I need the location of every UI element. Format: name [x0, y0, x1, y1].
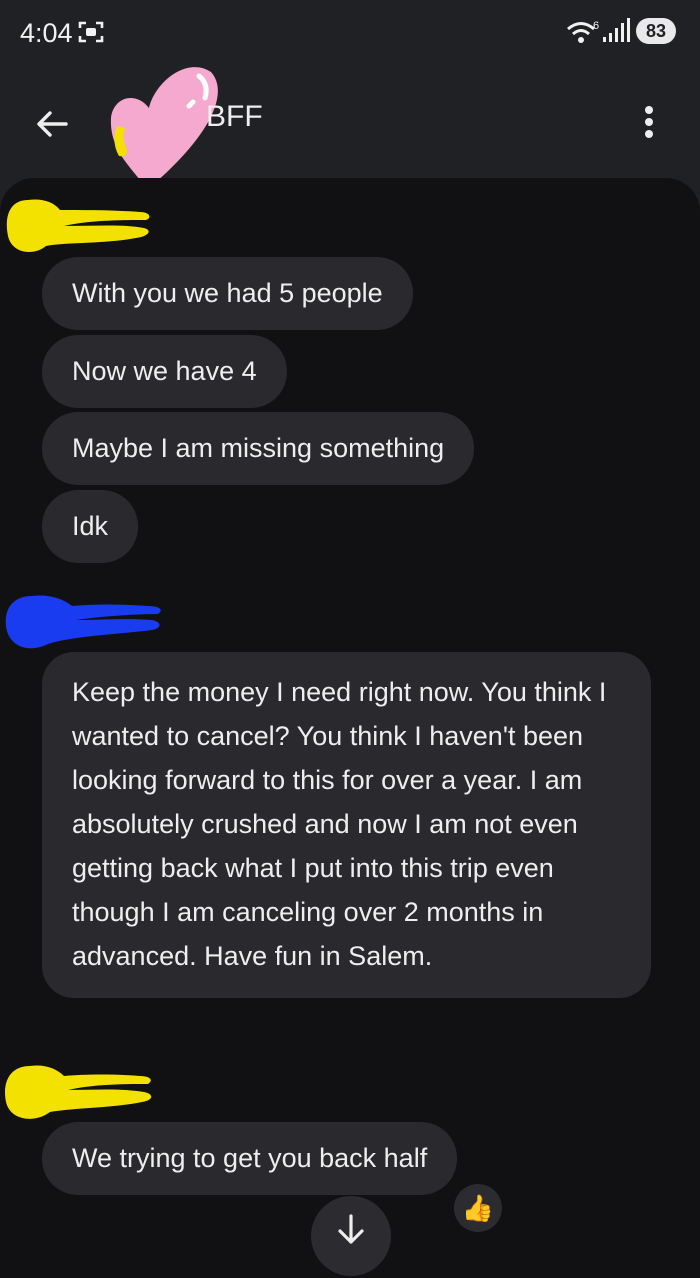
redacted-sender-scribble — [6, 199, 150, 252]
wifi-badge: 6 — [593, 20, 599, 32]
scroll-to-bottom-button[interactable] — [311, 1196, 391, 1276]
more-options-button[interactable] — [634, 102, 664, 142]
message-bubble[interactable]: Idk — [42, 490, 139, 563]
message-bubble[interactable]: Keep the money I need right now. You thi… — [42, 652, 651, 998]
screen-record-icon — [78, 20, 104, 49]
signal-icon — [602, 18, 630, 49]
status-time: 4:04 — [20, 18, 73, 48]
thumbs-up-reaction-icon[interactable]: 👍 — [454, 1184, 502, 1232]
arrow-back-icon — [37, 111, 68, 137]
message-bubble[interactable]: Now we have 4 — [42, 335, 287, 408]
redacted-sender-scribble — [5, 595, 161, 649]
arrow-down-icon — [338, 1214, 364, 1244]
contact-name[interactable]: BFF — [206, 100, 263, 134]
status-bar: 4:04 6 83 — [0, 0, 700, 70]
message-bubble[interactable]: Maybe I am missing something — [42, 412, 475, 485]
avatar[interactable] — [105, 62, 220, 192]
redacted-sender-scribble — [5, 1065, 152, 1119]
app-bar: BFF — [0, 67, 700, 190]
more-vert-icon — [645, 106, 653, 138]
back-button[interactable] — [32, 104, 72, 144]
battery-indicator: 83 — [636, 18, 676, 44]
message-bubble[interactable]: We trying to get you back half — [42, 1122, 458, 1195]
message-bubble[interactable]: With you we had 5 people — [42, 257, 413, 330]
wifi-icon: 6 — [566, 20, 600, 51]
